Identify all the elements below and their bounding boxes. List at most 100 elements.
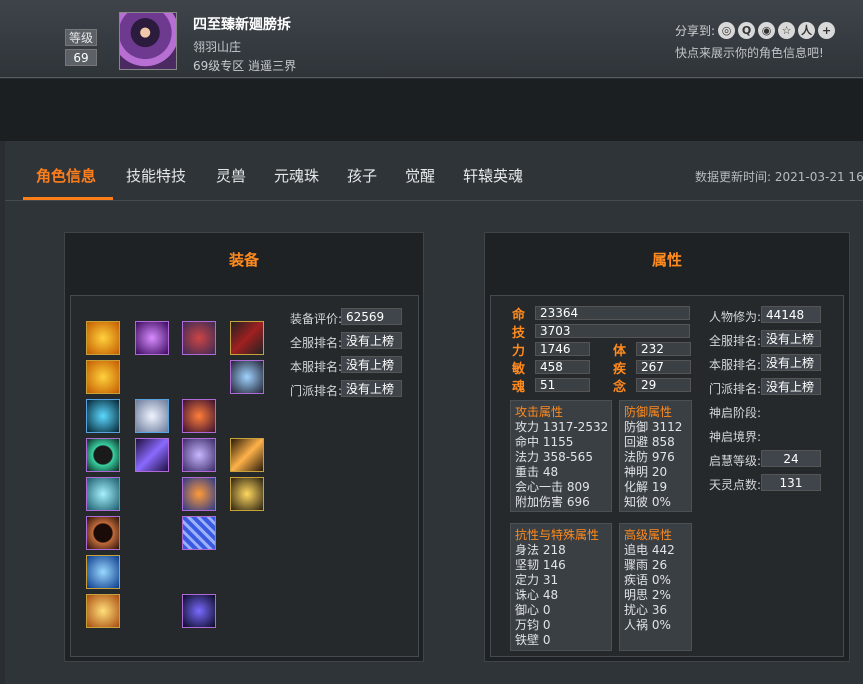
equip-slot[interactable] [182,399,216,433]
equip-slot[interactable] [230,321,264,355]
equip-slot[interactable] [182,594,216,628]
attack-attributes-panel: 攻击属性 攻力 1317-2532 命中 1155 法力 358-565 重击 … [510,400,612,512]
equip-slot[interactable] [230,360,264,394]
level-label: 等级 [65,29,97,46]
tab-soul-orb[interactable]: 元魂珠 [274,165,319,186]
qzone-icon[interactable]: ☆ [778,22,796,39]
character-name: 四至臻新廽膀拆 [193,17,291,33]
stat-key: 敏 [512,362,526,377]
equip-slot[interactable] [182,516,216,550]
equip-rank-value: 没有上榜 [341,380,402,397]
character-header: 等级 69 四至臻新廽膀拆 翎羽山庄 69级专区 逍遥三界 分享到: ◎ Q ◉… [0,0,863,78]
level-badge: 等级 69 [65,29,97,66]
weibo-icon[interactable]: ◉ [758,22,776,39]
attr-right-value: 没有上榜 [761,330,821,347]
attr-right-label: 门派排名: [709,382,762,396]
attributes-inner: 命 23364 技 3703 力 1746 体 232 敏 458 疾 267 … [490,295,844,657]
resist-attributes-panel: 抗性与特殊属性 身法 218 坚韧 146 定力 31 诛心 48 御心 0 万… [510,523,612,651]
attributes-box: 属性 命 23364 技 3703 力 1746 体 232 敏 458 疾 2… [484,232,850,662]
equip-slot[interactable] [230,438,264,472]
stat-value: 51 [535,378,590,392]
equip-slot[interactable] [86,477,120,511]
equip-slot[interactable] [86,555,120,589]
wechat-icon[interactable]: ◎ [718,22,736,39]
more-icon[interactable]: + [818,22,836,39]
equip-rank-label: 门派排名: [290,384,343,398]
equip-slot[interactable] [86,516,120,550]
attr-right-label: 启慧等级: [709,454,762,468]
equip-slot[interactable] [86,399,120,433]
resist-row: 铁壁 0 [515,633,551,647]
equip-slot[interactable] [135,399,169,433]
tab-spirit-beast[interactable]: 灵兽 [216,165,246,186]
equipment-title: 装备 [228,251,259,269]
attr-right-label: 神启阶段: [709,406,762,420]
advanced-row: 人祸 0% [624,618,671,632]
stat-hp-value: 23364 [535,306,690,320]
attr-right-label: 神启境界: [709,430,762,444]
qq-icon[interactable]: Q [738,22,756,39]
stat-skill-key: 技 [512,326,526,341]
equip-rank-label: 全服排名: [290,336,343,350]
equip-rank-value: 没有上榜 [341,332,402,349]
main-panel: 角色信息 技能特技 灵兽 元魂珠 孩子 觉醒 轩辕英魂 数据更新时间: 2021… [5,141,863,684]
stat-key: 体 [613,344,627,359]
character-sect: 翎羽山庄 [193,40,242,54]
active-tab-underline [23,197,113,200]
attr-right-label: 人物修为: [709,310,762,324]
attr-right-label: 全服排名: [709,334,762,348]
stat-key: 疾 [613,362,627,377]
attr-right-label: 天灵点数: [709,478,762,492]
tab-skills[interactable]: 技能特技 [126,165,186,186]
tab-children[interactable]: 孩子 [347,165,377,186]
share-label: 分享到: [675,24,716,38]
level-value: 69 [65,49,97,66]
equip-slot[interactable] [86,438,120,472]
update-label: 数据更新时间: [695,170,772,184]
attr-right-value: 没有上榜 [761,378,821,395]
renren-icon[interactable]: 人 [798,22,816,39]
stat-skill-value: 3703 [535,324,690,338]
stat-value: 267 [636,360,691,374]
defense-attributes-panel: 防御属性 防御 3112 回避 858 法防 976 神明 20 化解 19 知… [619,400,692,512]
attributes-title: 属性 [651,251,682,269]
equip-slot[interactable] [86,594,120,628]
stat-value: 29 [636,378,691,392]
advanced-attributes-panel: 高级属性 追电 442 骤雨 26 疾语 0% 明思 2% 扰心 36 人祸 0… [619,523,692,651]
dark-band [0,79,863,141]
equip-slot[interactable] [86,321,120,355]
equip-score-value: 62569 [341,308,402,325]
stat-value: 232 [636,342,691,356]
attr-right-value: 44148 [761,306,821,323]
stat-key: 魂 [512,380,526,395]
tab-bar: 角色信息 技能特技 灵兽 元魂珠 孩子 觉醒 轩辕英魂 数据更新时间: 2021… [5,141,863,201]
equip-slot[interactable] [230,477,264,511]
equip-slot[interactable] [135,321,169,355]
character-server: 69级专区 逍遥三界 [193,59,297,73]
attr-right-value: 24 [761,450,821,467]
update-value: 2021-03-21 16 [774,170,863,184]
defense-row: 知彼 0% [624,495,671,509]
attr-right-label: 本服排名: [709,358,762,372]
equip-slot[interactable] [182,438,216,472]
equipment-box: 装备 装备评价: 62569 全服排名: 没有上榜 本服排名: 没有上榜 门派排… [64,232,424,662]
character-avatar [119,12,177,70]
equip-slot[interactable] [182,321,216,355]
equip-slot[interactable] [135,438,169,472]
equipment-inner: 装备评价: 62569 全服排名: 没有上榜 本服排名: 没有上榜 门派排名: … [70,295,419,657]
tab-character-info[interactable]: 角色信息 [36,165,96,186]
tab-awakening[interactable]: 觉醒 [405,165,435,186]
stat-key: 念 [613,380,627,395]
stat-value: 1746 [535,342,590,356]
equip-rank-label: 本服排名: [290,360,343,374]
tab-xuanyuan-soul[interactable]: 轩辕英魂 [463,165,523,186]
equip-score-label: 装备评价: [290,312,343,326]
equip-rank-value: 没有上榜 [341,356,402,373]
stat-hp-key: 命 [512,308,526,323]
share-bar: 分享到: ◎ Q ◉ ☆ 人 + [675,22,836,39]
equip-slot[interactable] [182,477,216,511]
attr-right-value: 131 [761,474,821,491]
equip-slot[interactable] [86,360,120,394]
attr-right-value: 没有上榜 [761,354,821,371]
share-tip: 快点来展示你的角色信息吧! [675,46,824,60]
